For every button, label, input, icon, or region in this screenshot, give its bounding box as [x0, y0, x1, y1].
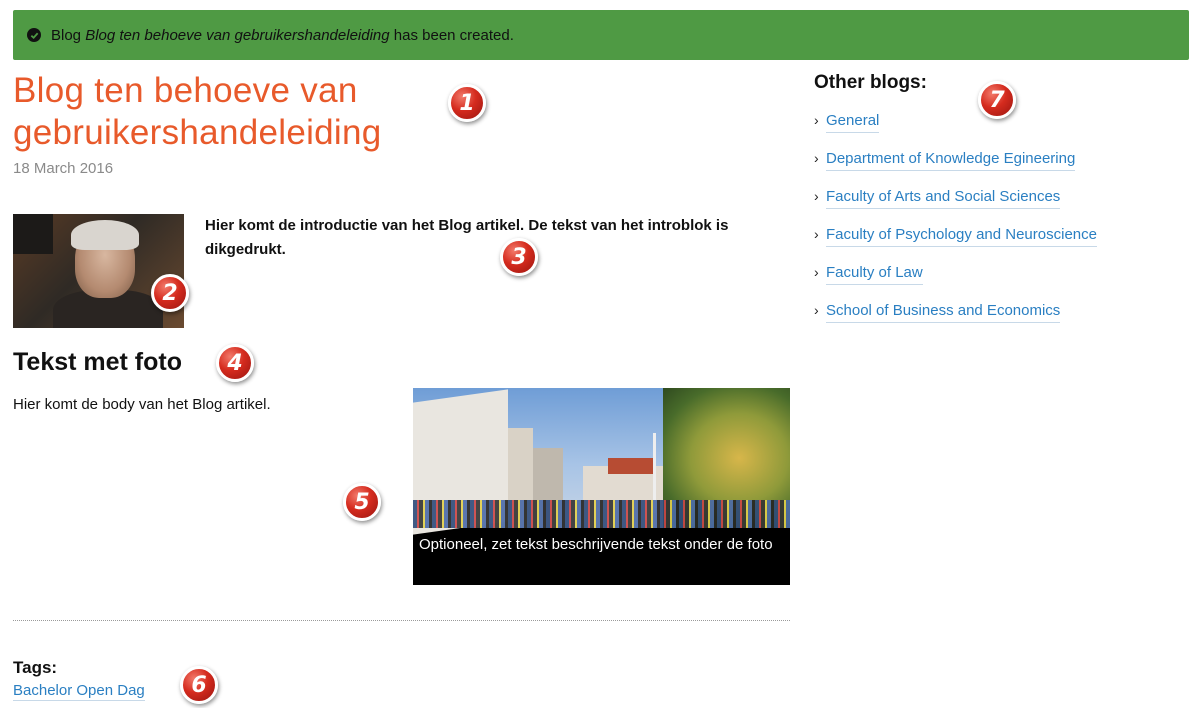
chevron-right-icon: › [814, 302, 819, 318]
author-photo [13, 214, 184, 328]
annotation-marker-5: 5 [343, 483, 381, 521]
chevron-right-icon: › [814, 112, 819, 128]
list-item: › School of Business and Economics [814, 300, 1184, 323]
blog-list: › General › Department of Knowledge Eginee… [814, 110, 1184, 323]
section-title: Tekst met foto [13, 348, 182, 376]
blog-link-knowledge-engineering[interactable]: Department of Knowledge Egineering [826, 149, 1076, 171]
annotation-marker-2: 2 [151, 274, 189, 312]
chevron-right-icon: › [814, 150, 819, 166]
blog-link-business-economics[interactable]: School of Business and Economics [826, 301, 1061, 323]
annotation-marker-4: 4 [216, 344, 254, 382]
divider [13, 620, 790, 621]
list-item: › Faculty of Law [814, 262, 1184, 285]
annotation-marker-3: 3 [500, 238, 538, 276]
list-item: › Department of Knowledge Egineering [814, 148, 1184, 171]
article-figure: Optioneel, zet tekst beschrijvende tekst… [413, 388, 790, 585]
page-title: Blog ten behoeve van gebruikershandeleid… [13, 71, 382, 152]
figure-caption: Optioneel, zet tekst beschrijvende tekst… [419, 536, 773, 553]
blog-link-general[interactable]: General [826, 111, 880, 133]
annotation-marker-1: 1 [448, 84, 486, 122]
tag-link[interactable]: Bachelor Open Dag [13, 682, 145, 701]
blog-link-law[interactable]: Faculty of Law [826, 263, 923, 285]
blog-link-psychology-neuroscience[interactable]: Faculty of Psychology and Neuroscience [826, 225, 1097, 247]
success-alert: Blog Blog ten behoeve van gebruikershand… [13, 10, 1189, 60]
alert-suffix: has been created. [393, 26, 514, 44]
body-text: Hier komt de body van het Blog artikel. [13, 396, 271, 413]
list-item: › Faculty of Arts and Social Sciences [814, 186, 1184, 209]
intro-block: Hier komt de introductie van het Blog ar… [13, 214, 790, 328]
tags-title: Tags: [13, 658, 58, 677]
list-item: › Faculty of Psychology and Neuroscience [814, 224, 1184, 247]
article-date: 18 March 2016 [13, 160, 114, 177]
alert-prefix: Blog [51, 26, 82, 44]
annotation-marker-7: 7 [978, 81, 1016, 119]
alert-blog-name: Blog ten behoeve van gebruikershandeleid… [85, 26, 390, 44]
chevron-right-icon: › [814, 188, 819, 204]
blog-link-arts-social-sciences[interactable]: Faculty of Arts and Social Sciences [826, 187, 1061, 209]
chevron-right-icon: › [814, 264, 819, 280]
check-circle-icon [27, 28, 41, 42]
article-header: Blog ten behoeve van gebruikershandeleid… [13, 70, 790, 177]
annotation-marker-6: 6 [180, 666, 218, 704]
chevron-right-icon: › [814, 226, 819, 242]
figure-photo [413, 388, 790, 535]
